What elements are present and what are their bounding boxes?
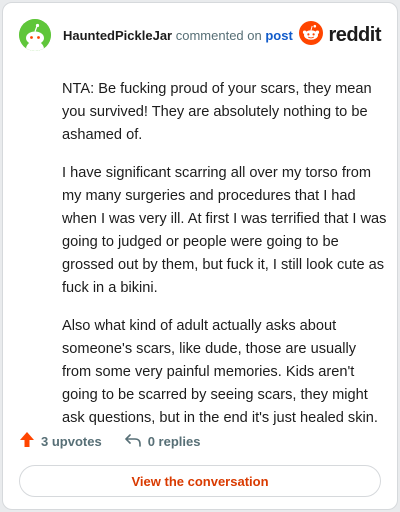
reddit-wordmark: reddit [328, 23, 381, 46]
comment-paragraph: NTA: Be fucking proud of your scars, the… [62, 81, 372, 143]
upvotes-button[interactable]: 3 upvotes [19, 431, 102, 451]
embedded-comment-card: HauntedPickleJar commented on post reddi… [2, 2, 398, 510]
reddit-brand[interactable]: reddit [299, 20, 381, 50]
replies-count: 0 replies [147, 433, 201, 449]
comment-actions: 3 upvotes 0 replies [19, 431, 200, 451]
reply-arrow-icon [124, 432, 142, 451]
comment-body: NTA: Be fucking proud of your scars, the… [62, 78, 387, 445]
comment-paragraph: I have significant scarring all over my … [62, 165, 387, 296]
comment-paragraph: Also what kind of adult actually asks ab… [62, 318, 378, 426]
comment-header: HauntedPickleJar commented on post reddi… [19, 19, 381, 53]
comment-meta: HauntedPickleJar commented on post [63, 28, 293, 43]
upvotes-count: 3 upvotes [41, 433, 102, 449]
snoo-avatar-icon[interactable] [19, 19, 51, 51]
replies-button[interactable]: 0 replies [124, 432, 201, 451]
post-link[interactable]: post [265, 28, 292, 43]
upvote-arrow-icon [19, 431, 35, 451]
username-link[interactable]: HauntedPickleJar [63, 28, 172, 43]
view-conversation-button[interactable]: View the conversation [19, 465, 381, 497]
action-text: commented on [175, 28, 262, 43]
reddit-logo-icon [299, 20, 324, 50]
